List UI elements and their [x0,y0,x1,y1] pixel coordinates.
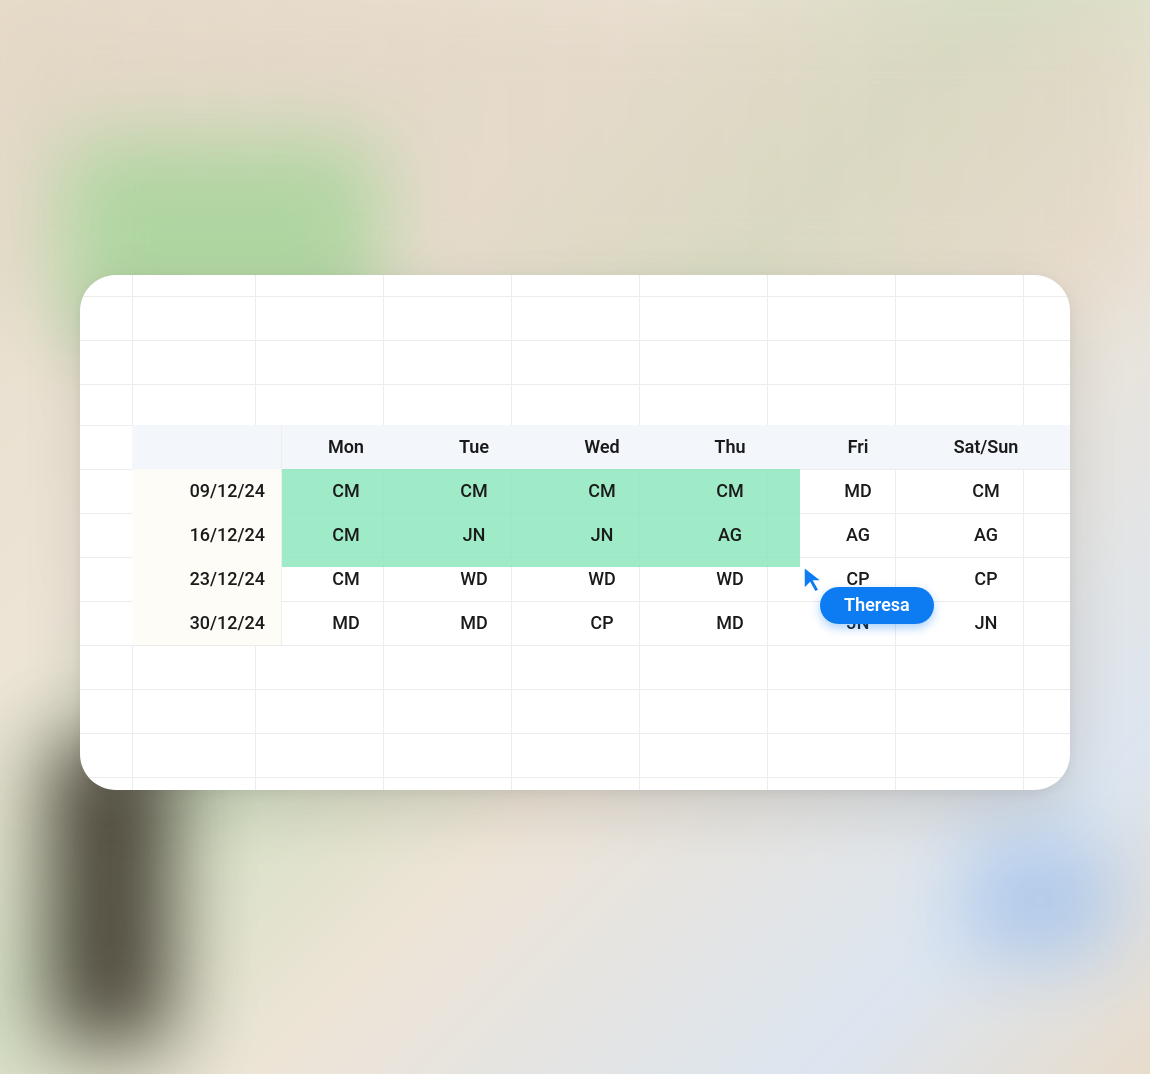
table-row: 16/12/24 CM JN JN AG AG AG [132,513,1070,557]
table-row: 23/12/24 CM WD WD WD CP CP [132,557,1070,601]
cell[interactable]: CP [922,557,1050,601]
cell[interactable]: CP [794,557,922,601]
cell[interactable]: AG [922,513,1050,557]
header-blank [132,425,282,469]
table-row: 30/12/24 MD MD CP MD JN JN [132,601,1070,645]
header-mon[interactable]: Mon [282,425,410,469]
cell[interactable]: JN [538,513,666,557]
date-cell[interactable]: 23/12/24 [132,557,282,601]
date-cell[interactable]: 16/12/24 [132,513,282,557]
cell[interactable]: JN [922,601,1050,645]
header-tue[interactable]: Tue [410,425,538,469]
header-row: Mon Tue Wed Thu Fri Sat/Sun [132,425,1070,469]
cell[interactable]: MD [282,601,410,645]
cell[interactable]: WD [410,557,538,601]
schedule-table: Mon Tue Wed Thu Fri Sat/Sun 09/12/24 CM … [132,425,1070,645]
cell[interactable]: CM [538,469,666,513]
cell[interactable]: MD [794,469,922,513]
cell[interactable]: WD [666,557,794,601]
cell[interactable]: CM [282,469,410,513]
header-wed[interactable]: Wed [538,425,666,469]
header-satsun[interactable]: Sat/Sun [922,425,1050,469]
cell[interactable]: AG [666,513,794,557]
cell[interactable]: CM [282,557,410,601]
date-cell[interactable]: 30/12/24 [132,601,282,645]
cell[interactable]: JN [410,513,538,557]
spreadsheet-card: Mon Tue Wed Thu Fri Sat/Sun 09/12/24 CM … [80,275,1070,790]
header-fri[interactable]: Fri [794,425,922,469]
table-row: 09/12/24 CM CM CM CM MD CM [132,469,1070,513]
cell[interactable]: CM [666,469,794,513]
cell[interactable]: MD [410,601,538,645]
cell[interactable]: WD [538,557,666,601]
cell[interactable]: AG [794,513,922,557]
header-thu[interactable]: Thu [666,425,794,469]
cell[interactable]: CM [410,469,538,513]
cell[interactable]: MD [666,601,794,645]
cell[interactable]: CM [922,469,1050,513]
date-cell[interactable]: 09/12/24 [132,469,282,513]
cell[interactable]: CP [538,601,666,645]
cell[interactable]: JN [794,601,922,645]
cell[interactable]: CM [282,513,410,557]
